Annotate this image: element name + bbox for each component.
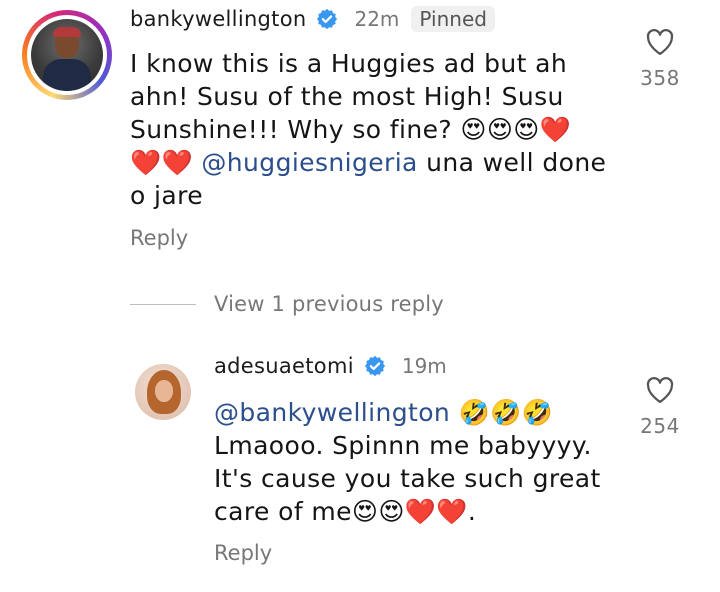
like-count: 254 (640, 414, 680, 438)
comment-text-line: It's cause you take such great (214, 464, 601, 493)
emoji-group: 😍😍❤️❤️ (351, 497, 468, 526)
emoji-group: ❤️❤️ (130, 148, 202, 177)
comment-text-segment: una well done (417, 148, 607, 177)
comment-text-line: Lmaooo. Spinnn me babyyyy. (214, 431, 592, 460)
comment-text-line: Sunshine!!! Why so fine? 😍😍😍❤️ (130, 113, 606, 146)
heart-outline-icon[interactable] (630, 28, 690, 56)
view-previous-replies[interactable]: View 1 previous reply (130, 292, 444, 316)
comment-text-segment: care of me (214, 497, 352, 526)
comment-text-line: I know this is a Huggies ad but ah (130, 49, 568, 78)
heart-outline-icon[interactable] (630, 376, 690, 404)
pinned-badge: Pinned (411, 6, 495, 32)
comment-text-line: care of me😍😍❤️❤️. (214, 495, 601, 528)
emoji-group: 🤣🤣🤣 (450, 398, 554, 427)
avatar-adesuaetomi[interactable] (135, 364, 191, 420)
comment-text: I know this is a Huggies ad but ah ahn! … (130, 47, 606, 212)
comment-header: adesuaetomi 19m (214, 354, 447, 378)
username[interactable]: bankywellington (130, 7, 306, 31)
like-count: 358 (640, 66, 680, 90)
mention-link[interactable]: @huggiesnigeria (201, 148, 417, 177)
avatar-ring-inner (27, 15, 107, 95)
comment-text-line: o jare (130, 181, 204, 210)
comment-text: @bankywellington 🤣🤣🤣 Lmaooo. Spinnn me b… (214, 396, 601, 528)
avatar-cap-shape (53, 27, 81, 37)
mention-link[interactable]: @bankywellington (214, 398, 450, 427)
avatar-face-shape (155, 380, 173, 402)
comment-text-segment: Sunshine!!! Why so fine? (130, 115, 461, 144)
like-control: 254 (630, 376, 690, 438)
comment-text-line: ahn! Susu of the most High! Susu (130, 82, 564, 111)
reply-button[interactable]: Reply (130, 226, 188, 250)
comment-bankywellington: bankywellington 22m Pinned I know this i… (0, 0, 720, 270)
username[interactable]: adesuaetomi (214, 354, 354, 378)
comment-time: 19m (401, 354, 447, 378)
verified-badge-icon (364, 355, 386, 377)
reply-button[interactable]: Reply (214, 541, 272, 565)
comment-time: 22m (354, 7, 400, 31)
like-control: 358 (630, 28, 690, 90)
avatar-photo (31, 19, 103, 91)
comment-text-line: ❤️❤️ @huggiesnigeria una well done (130, 146, 606, 179)
comment-text-segment: . (467, 497, 477, 526)
view-previous-label[interactable]: View 1 previous reply (214, 292, 444, 316)
divider-line (130, 303, 196, 305)
avatar-bankywellington[interactable] (22, 10, 112, 100)
emoji-group: 😍😍😍❤️ (460, 115, 572, 144)
comment-header: bankywellington 22m Pinned (130, 6, 495, 32)
avatar-body-shape (43, 59, 91, 91)
verified-badge-icon (316, 8, 338, 30)
comment-adesuaetomi: adesuaetomi 19m @bankywellington 🤣🤣🤣 Lma… (0, 338, 720, 592)
comment-text-line: @bankywellington 🤣🤣🤣 (214, 396, 601, 429)
